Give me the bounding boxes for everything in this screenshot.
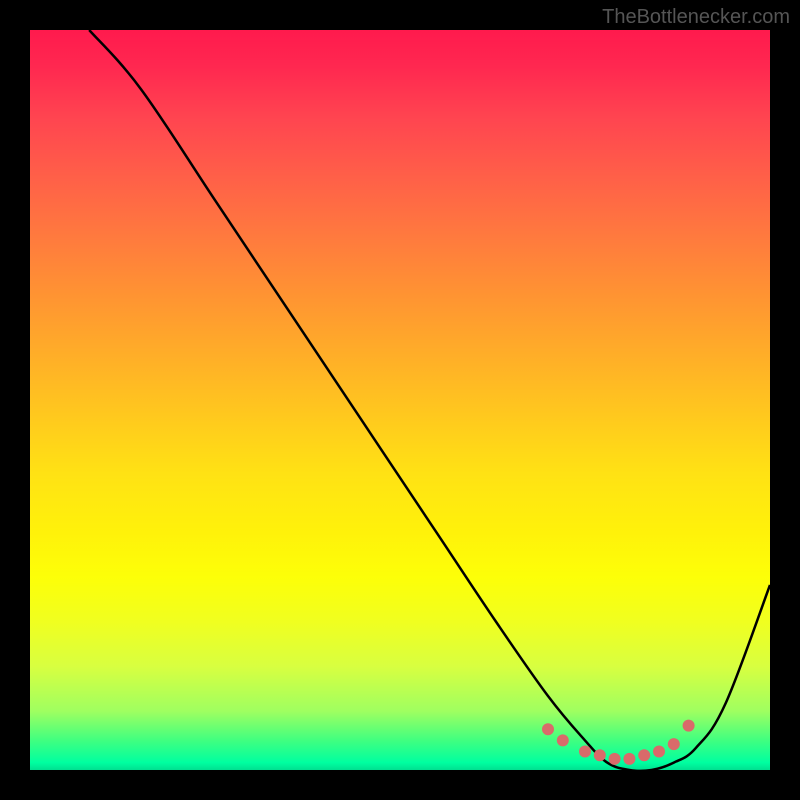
marker-point bbox=[653, 746, 665, 758]
marker-point bbox=[557, 734, 569, 746]
curve-line bbox=[89, 30, 770, 770]
marker-point bbox=[542, 723, 554, 735]
marker-point bbox=[609, 753, 621, 765]
marker-point bbox=[623, 753, 635, 765]
marker-point bbox=[668, 738, 680, 750]
marker-point bbox=[683, 720, 695, 732]
chart-area bbox=[30, 30, 770, 770]
chart-svg bbox=[30, 30, 770, 770]
marker-point bbox=[579, 746, 591, 758]
watermark-text: TheBottlenecker.com bbox=[602, 6, 790, 29]
marker-point bbox=[638, 749, 650, 761]
marker-points bbox=[542, 720, 695, 765]
marker-point bbox=[594, 749, 606, 761]
